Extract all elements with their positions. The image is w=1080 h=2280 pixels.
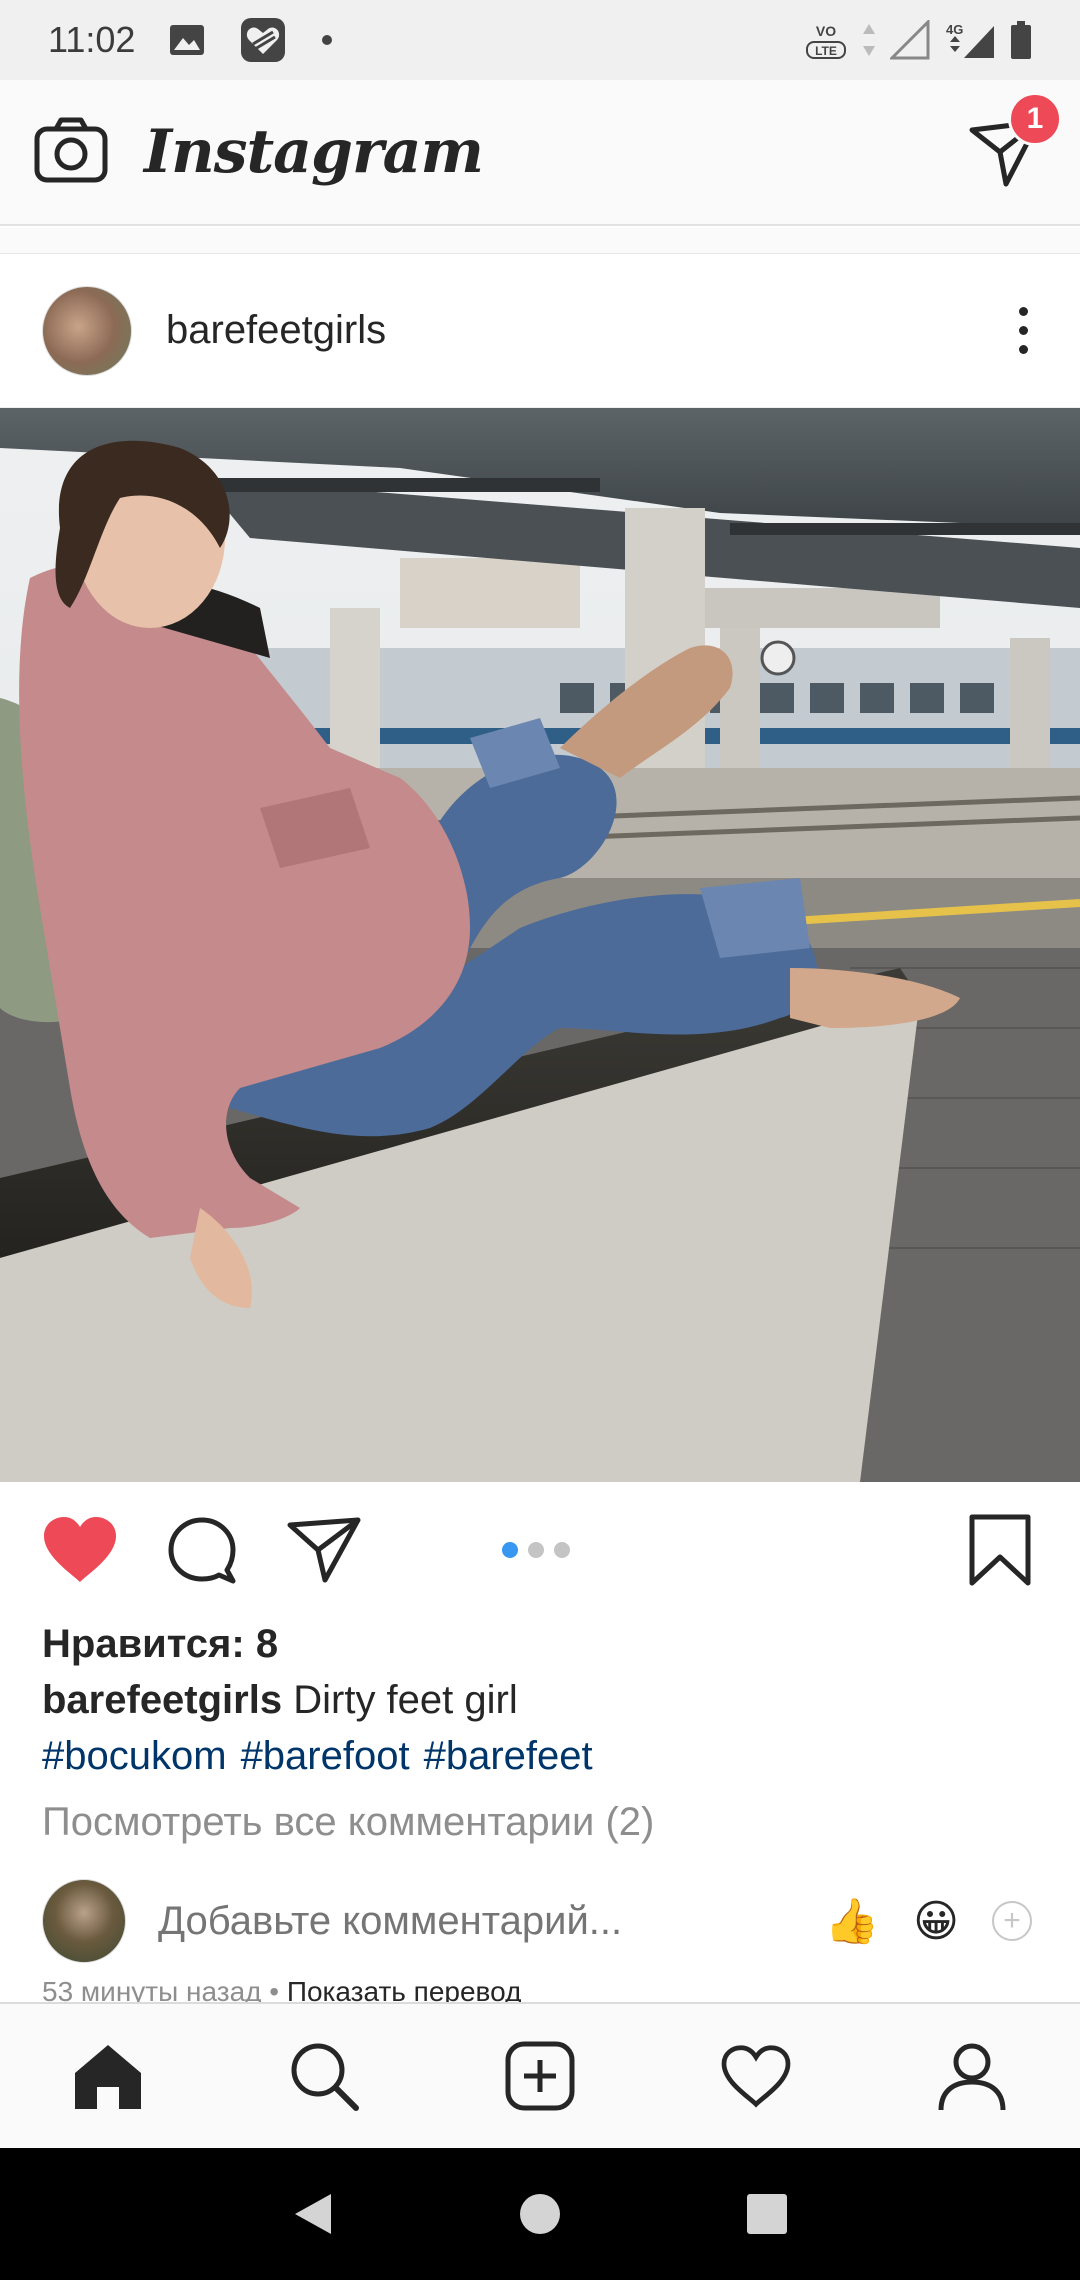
home-system-button[interactable] <box>510 2184 570 2244</box>
send-icon <box>287 1517 361 1583</box>
signal-strength-icon <box>890 20 930 60</box>
search-icon <box>291 2043 359 2111</box>
more-options-icon[interactable] <box>1009 307 1038 354</box>
dm-badge: 1 <box>1008 92 1062 146</box>
instagram-feed-screen: 11:02 VO LTE 4G Instagram 1 barefeetgirl… <box>0 0 1080 2280</box>
post-actions <box>0 1482 1080 1618</box>
avatar <box>42 1879 126 1963</box>
volte-icon: VO LTE <box>804 18 848 62</box>
carousel-dot <box>528 1542 544 1558</box>
camera-icon[interactable] <box>34 117 108 188</box>
status-bar: 11:02 VO LTE 4G <box>0 0 1080 80</box>
android-navigation-bar <box>0 2148 1080 2280</box>
nav-profile-button[interactable] <box>927 2031 1017 2121</box>
feed-divider <box>0 228 1080 254</box>
status-time: 11:02 <box>48 19 136 60</box>
back-triangle-icon <box>295 2194 332 2234</box>
caption-username[interactable]: barefeetgirls <box>42 1678 282 1722</box>
carousel-dot-active <box>502 1542 518 1558</box>
carousel-indicator <box>502 1542 570 1558</box>
comment-input[interactable] <box>158 1898 798 1944</box>
caption-text: Dirty feet girl <box>293 1678 518 1722</box>
likes-count[interactable]: Нравится: 8 <box>42 1622 278 1667</box>
back-button[interactable] <box>283 2184 343 2244</box>
like-button[interactable] <box>40 1510 120 1590</box>
profile-icon <box>938 2043 1006 2111</box>
nav-home-button[interactable] <box>63 2031 153 2121</box>
home-circle-icon <box>519 2194 560 2234</box>
comment-bubble-icon <box>168 1517 236 1584</box>
plus-square-icon <box>505 2041 575 2111</box>
nav-new-post-button[interactable] <box>495 2031 585 2121</box>
emoji-thumbs-up-button[interactable]: 👍 <box>822 1895 882 1947</box>
network-4g-signal-icon: 4G <box>944 20 996 60</box>
direct-messages-button[interactable]: 1 <box>966 92 1062 192</box>
recents-square-icon <box>746 2194 787 2234</box>
recents-button[interactable] <box>737 2184 797 2244</box>
emoji-grin-button[interactable]: 😀 <box>906 1896 966 1947</box>
app-header: Instagram 1 <box>0 80 1080 226</box>
app-notification-icon <box>239 16 287 64</box>
carousel-dot <box>554 1542 570 1558</box>
bottom-nav <box>0 2002 1080 2148</box>
svg-text:VO: VO <box>816 23 836 39</box>
nav-activity-button[interactable] <box>711 2031 801 2121</box>
bookmark-icon <box>969 1514 1031 1586</box>
hashtag-link[interactable]: #barefeet <box>424 1734 593 1779</box>
instagram-logo: Instagram <box>144 117 484 187</box>
save-button[interactable] <box>960 1510 1040 1590</box>
gallery-notification-icon <box>169 24 205 56</box>
avatar[interactable] <box>42 285 132 376</box>
more-notifications-dot-icon <box>321 34 333 46</box>
comment-button[interactable] <box>162 1510 242 1590</box>
view-all-comments-link[interactable]: Посмотреть все комментарии (2) <box>42 1800 654 1845</box>
svg-text:LTE: LTE <box>815 44 837 58</box>
heart-filled-icon <box>44 1517 116 1582</box>
post-header: barefeetgirls <box>0 254 1080 408</box>
hashtag-link[interactable]: #barefoot <box>241 1734 410 1779</box>
post-username[interactable]: barefeetgirls <box>166 308 386 353</box>
home-icon <box>75 2045 141 2109</box>
post-photo[interactable] <box>0 408 1080 1482</box>
add-emoji-icon[interactable]: + <box>992 1901 1032 1941</box>
heart-outline-icon <box>721 2045 791 2108</box>
svg-text:4G: 4G <box>946 22 963 37</box>
data-arrows-icon <box>862 22 876 58</box>
post-caption: barefeetgirls Dirty feet girl <box>42 1678 518 1723</box>
photo-illustration <box>0 408 1080 1482</box>
nav-search-button[interactable] <box>279 2031 369 2121</box>
add-comment-row: 👍 😀 + <box>42 1876 1038 1966</box>
hashtag-link[interactable]: #bocukom <box>42 1734 227 1779</box>
battery-icon <box>1010 20 1032 60</box>
hashtag-list: #bocukom #barefoot #barefeet <box>42 1734 593 1779</box>
share-button[interactable] <box>284 1510 364 1590</box>
